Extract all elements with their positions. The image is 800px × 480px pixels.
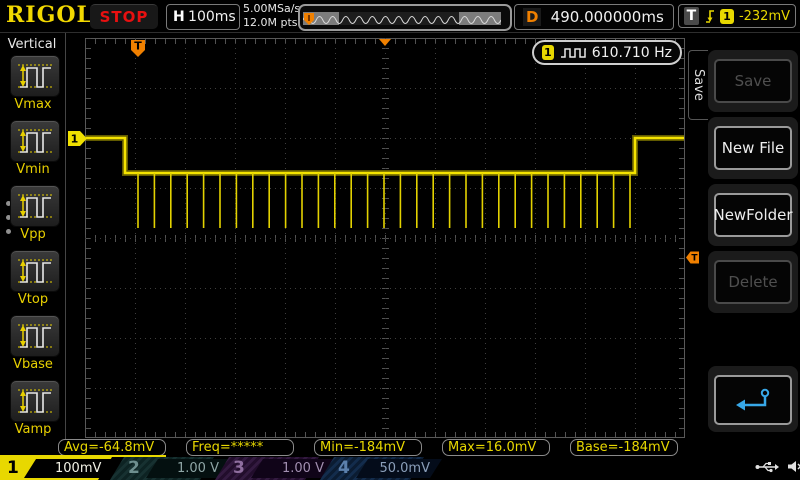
softkey-block: New File: [708, 117, 798, 179]
vamp-label: Vamp: [0, 422, 66, 437]
frequency-value: 610.710 Hz: [592, 45, 672, 61]
svg-text:T: T: [691, 254, 698, 264]
pulse-measure-icon: [15, 320, 55, 352]
pulse-measure-icon: [15, 125, 55, 157]
vpp-button[interactable]: [10, 185, 60, 227]
ch3-number: 3: [233, 458, 245, 478]
vmin-label: Vmin: [0, 162, 66, 177]
vtop-button[interactable]: [10, 250, 60, 292]
svg-text:1: 1: [71, 133, 79, 146]
new-file-button[interactable]: New File: [714, 126, 792, 170]
memory-waveform-strip[interactable]: [298, 4, 512, 31]
trigger-readout-box[interactable]: T 1 -232mV: [678, 4, 796, 28]
save-button[interactable]: Save: [714, 59, 792, 103]
vamp-button[interactable]: [10, 380, 60, 422]
delete-button[interactable]: Delete: [714, 260, 792, 304]
ch1-waveform-trace: [85, 38, 685, 438]
vbase-button[interactable]: [10, 315, 60, 357]
speaker-muted-icon: [787, 460, 800, 473]
sample-rate: 5.00MSa/s: [243, 2, 300, 16]
status-icon-tray: [755, 460, 800, 473]
measurement-freq[interactable]: Freq=*****: [186, 439, 294, 456]
menu-tab-save: Save: [688, 50, 708, 120]
ch4-scale: 50.0mV: [379, 461, 430, 476]
pulse-measure-icon: [15, 60, 55, 92]
acquisition-info: 5.00MSa/s 12.0M pts: [243, 2, 300, 30]
ch1-level-marker[interactable]: 1: [68, 130, 88, 151]
ch3-scale: 1.00 V: [282, 461, 324, 476]
frequency-counter-readout: 1 610.710 Hz: [532, 40, 682, 65]
trigger-position-mini-icon: [303, 12, 315, 26]
vtop-label: Vtop: [0, 292, 66, 307]
memory-waveform-squiggle: [303, 12, 501, 25]
ch2-number: 2: [128, 458, 140, 478]
softkey-block: Delete: [708, 251, 798, 313]
channel-4-tab[interactable]: 4 50.0mV: [320, 457, 424, 480]
vmin-button[interactable]: [10, 120, 60, 162]
delay-prefix: D: [523, 8, 541, 26]
pulse-measure-icon: [15, 255, 55, 287]
pulse-measure-icon: [15, 385, 55, 417]
new-folder-button[interactable]: NewFolder: [714, 193, 792, 237]
channel-3-tab[interactable]: 3 1.00 V: [215, 457, 319, 480]
trigger-level-marker[interactable]: T: [686, 249, 700, 268]
top-status-bar: RIGOL STOP H 100ms 5.00MSa/s 12.0M pts D…: [0, 0, 800, 33]
memory-depth: 12.0M pts: [243, 16, 300, 30]
rigol-logo: RIGOL: [6, 2, 93, 28]
ch4-number: 4: [338, 458, 350, 478]
return-button[interactable]: [714, 375, 792, 425]
trigger-prefix: T: [684, 7, 699, 25]
measurement-base[interactable]: Base=-184mV: [570, 439, 678, 456]
delay-readout-box[interactable]: D 490.000000ms: [514, 4, 674, 30]
return-arrow-icon: [732, 386, 774, 414]
softkey-block: NewFolder: [708, 184, 798, 246]
pulse-measure-icon: [15, 190, 55, 222]
left-menu-title: Vertical: [0, 37, 64, 52]
vmax-label: Vmax: [0, 97, 66, 112]
softkey-block: Save: [708, 50, 798, 112]
delay-value: 490.000000ms: [541, 8, 673, 26]
oscilloscope-screen: RIGOL STOP H 100ms 5.00MSa/s 12.0M pts D…: [0, 0, 800, 480]
vpp-label: Vpp: [0, 227, 66, 242]
ch1-scale: 100mV: [55, 461, 101, 476]
falling-edge-icon: [704, 8, 715, 25]
horizontal-timebase-box[interactable]: H 100ms: [166, 4, 240, 30]
vbase-label: Vbase: [0, 357, 66, 372]
channel-1-tab[interactable]: 1 100mV: [0, 457, 112, 480]
ch1-number: 1: [7, 458, 19, 478]
measurement-avg[interactable]: Avg=-64.8mV: [58, 439, 166, 456]
measurement-max[interactable]: Max=16.0mV: [442, 439, 550, 456]
measurement-min[interactable]: Min=-184mV: [314, 439, 422, 456]
softkey-block: [708, 366, 798, 432]
waveform-display-area: T: [85, 38, 685, 438]
usb-icon: [755, 461, 779, 473]
square-wave-icon: [560, 47, 586, 59]
vmax-button[interactable]: [10, 55, 60, 97]
ch2-scale: 1.00 V: [177, 461, 219, 476]
freq-counter-channel-badge: 1: [542, 45, 554, 60]
timebase-value: 100ms: [185, 9, 239, 25]
run-stop-status[interactable]: STOP: [90, 4, 158, 29]
horizontal-prefix: H: [173, 9, 185, 25]
trigger-level-value: -232mV: [739, 9, 790, 24]
channel-2-tab[interactable]: 2 1.00 V: [110, 457, 214, 480]
trigger-source-badge: 1: [720, 9, 734, 24]
